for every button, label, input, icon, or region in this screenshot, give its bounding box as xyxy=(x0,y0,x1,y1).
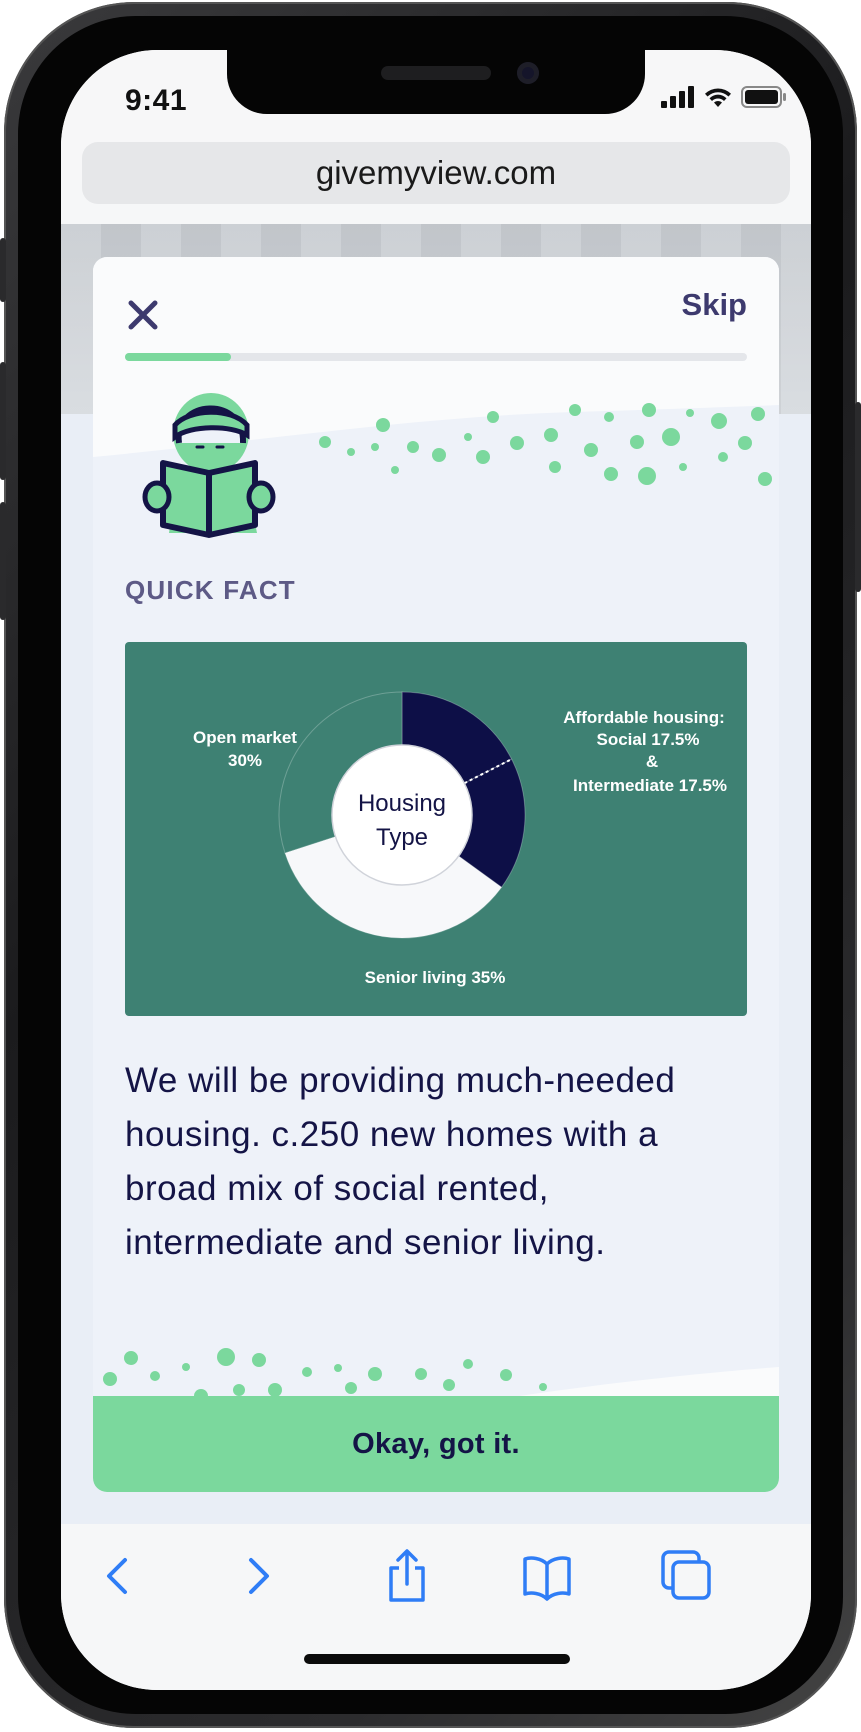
okay-got-it-button[interactable]: Okay, got it. xyxy=(93,1396,779,1492)
wifi-icon xyxy=(705,88,731,107)
quick-fact-modal: Skip QUICK FACT Housing Type Open market… xyxy=(93,257,779,1492)
center-label-line-1: Housing xyxy=(358,790,446,817)
status-time: 9:41 xyxy=(125,84,188,117)
url-bar[interactable]: givemyview.com xyxy=(82,142,790,204)
battery-icon xyxy=(741,86,786,108)
power-button xyxy=(855,402,861,592)
progress-bar xyxy=(125,353,747,361)
url-text: givemyview.com xyxy=(315,154,557,191)
reader-illustration xyxy=(142,393,276,538)
status-icons xyxy=(661,86,787,108)
browser-toolbar xyxy=(61,1524,811,1690)
front-camera xyxy=(517,62,539,84)
housing-type-chart: Housing Type Open market 30% Affordable … xyxy=(125,642,747,1016)
affordable-label: Affordable housing: xyxy=(563,708,724,727)
close-icon[interactable] xyxy=(123,295,163,335)
decorative-dots-bottom xyxy=(103,1348,779,1402)
intermediate-value: Intermediate 17.5% xyxy=(573,776,727,795)
screen: 9:41 givemyview.com Skip QUICK FACT Hous… xyxy=(61,50,811,1690)
social-value: Social 17.5% xyxy=(596,730,699,749)
share-icon[interactable] xyxy=(377,1548,437,1604)
ampersand-label: & xyxy=(646,752,658,771)
volume-down-button xyxy=(0,502,6,620)
skip-button[interactable]: Skip xyxy=(682,287,747,323)
back-chevron-icon[interactable] xyxy=(89,1548,149,1604)
speaker xyxy=(381,66,491,80)
progress-fill xyxy=(125,353,231,361)
section-label: QUICK FACT xyxy=(125,575,296,605)
volume-up-button xyxy=(0,362,6,480)
phone-frame: 9:41 givemyview.com Skip QUICK FACT Hous… xyxy=(0,2,861,1728)
open-market-value: 30% xyxy=(228,751,262,770)
notch xyxy=(227,50,645,114)
bookmarks-icon[interactable] xyxy=(517,1548,577,1604)
web-content: Skip QUICK FACT Housing Type Open market… xyxy=(61,224,811,1524)
mute-switch xyxy=(0,238,6,302)
center-label-line-2: Type xyxy=(376,824,428,851)
signal-icon xyxy=(661,86,694,108)
senior-label: Senior living 35% xyxy=(365,968,506,987)
tabs-icon[interactable] xyxy=(657,1548,717,1604)
quick-fact-text: We will be providing much-needed housing… xyxy=(125,1061,676,1262)
home-indicator xyxy=(304,1654,570,1664)
forward-chevron-icon[interactable] xyxy=(227,1548,287,1604)
open-market-label: Open market xyxy=(193,728,297,747)
pie-chart: Housing Type Open market 30% Affordable … xyxy=(193,691,727,987)
